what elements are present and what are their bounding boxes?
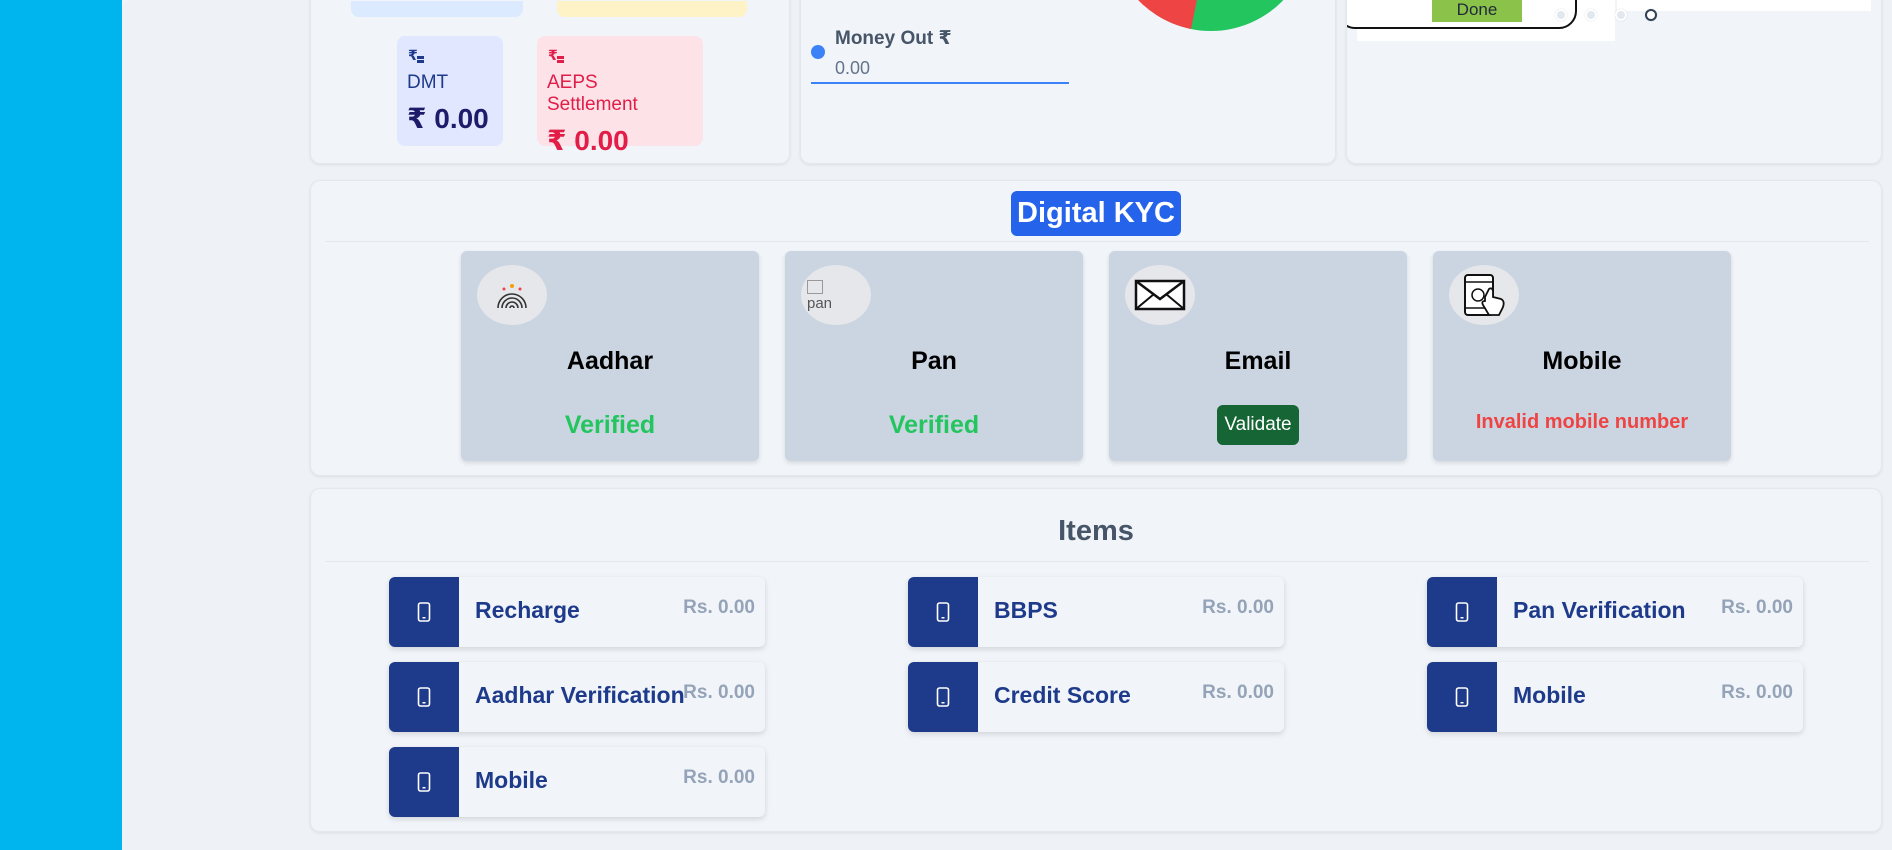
carousel-dot-active[interactable] [1645, 9, 1657, 21]
kyc-tile-pan[interactable]: pan Pan Verified [785, 251, 1083, 461]
sidebar [0, 0, 122, 850]
kyc-tile-mobile[interactable]: Mobile Invalid mobile number [1433, 251, 1731, 461]
wallet-tile-partial [351, 1, 523, 17]
item-price: Rs. 0.00 [1721, 597, 1793, 618]
item-bbps[interactable]: BBPS Rs. 0.00 [908, 577, 1284, 647]
item-price: Rs. 0.00 [683, 682, 755, 703]
dmt-wallet-tile[interactable]: ₹ DMT ₹ 0.00 [397, 36, 503, 146]
mobile-icon [908, 662, 978, 732]
rupee-coins-icon: ₹ [547, 46, 693, 68]
item-label: BBPS [994, 597, 1058, 623]
item-price: Rs. 0.00 [1202, 597, 1274, 618]
svg-text:₹: ₹ [548, 48, 558, 64]
kyc-name: Email [1224, 347, 1292, 375]
pan-image-broken: pan [801, 265, 871, 325]
envelope-icon [1125, 265, 1195, 325]
money-card: Money Out ₹ [800, 0, 1336, 164]
items-section: Items Recharge Rs. 0.00 BBPS Rs. 0.00 Pa… [310, 488, 1882, 832]
mobile-icon [908, 577, 978, 647]
item-label: Recharge [475, 597, 580, 623]
kyc-name: Mobile [1542, 347, 1622, 375]
aeps-amount: ₹ 0.00 [547, 125, 629, 156]
carousel-dot[interactable] [1555, 9, 1567, 21]
mobile-icon [389, 747, 459, 817]
item-recharge[interactable]: Recharge Rs. 0.00 [389, 577, 765, 647]
item-label: Credit Score [994, 682, 1131, 708]
done-button[interactable]: Done [1432, 0, 1522, 22]
item-label: Mobile [1513, 682, 1586, 708]
kyc-status-invalid: Invalid mobile number [1475, 411, 1689, 433]
item-price: Rs. 0.00 [683, 597, 755, 618]
item-label: Pan Verification [1513, 597, 1686, 623]
mobile-icon [1427, 577, 1497, 647]
mobile-icon [1427, 662, 1497, 732]
pan-image-alt: pan [807, 294, 833, 312]
carousel-dots [1555, 9, 1657, 21]
item-price: Rs. 0.00 [1202, 682, 1274, 703]
pie-slice-in [1138, 0, 1284, 31]
validate-email-button[interactable]: Validate [1217, 405, 1299, 445]
rupee-coins-icon: ₹ [407, 46, 493, 68]
items-title: Items [1058, 515, 1134, 547]
aeps-settlement-tile[interactable]: ₹ AEPS Settlement ₹ 0.00 [537, 36, 703, 156]
mobile-icon [389, 577, 459, 647]
slider-card: Done [1346, 0, 1882, 164]
carousel-dot[interactable] [1615, 9, 1627, 21]
dmt-label: DMT [407, 72, 449, 93]
fingerprint-icon [477, 265, 547, 325]
kyc-name: Aadhar [566, 347, 654, 375]
kyc-name: Pan [911, 347, 957, 375]
money-pie-chart [1138, 0, 1284, 31]
item-label: Mobile [475, 767, 548, 793]
digital-kyc-section: Digital KYC Aadhar Verified pan Pan Veri… [310, 180, 1882, 476]
divider [325, 561, 1869, 562]
divider [325, 241, 1869, 242]
item-label: Aadhar Verification [475, 682, 685, 708]
svg-text:₹: ₹ [408, 48, 418, 64]
kyc-status-verified: Verified [564, 411, 656, 439]
item-mobile[interactable]: Mobile Rs. 0.00 [1427, 662, 1803, 732]
wallet-tile-partial [557, 1, 747, 17]
wallet-card: ₹ DMT ₹ 0.00 ₹ AEPS Settlement ₹ 0.00 [310, 0, 790, 164]
kyc-title: Digital KYC [1011, 191, 1181, 236]
mobile-touch-icon [1449, 265, 1519, 325]
item-pan-verification[interactable]: Pan Verification Rs. 0.00 [1427, 577, 1803, 647]
aeps-label: AEPS Settlement [547, 72, 638, 115]
item-price: Rs. 0.00 [1721, 682, 1793, 703]
kyc-tile-email[interactable]: Email Validate [1109, 251, 1407, 461]
item-aadhar-verification[interactable]: Aadhar Verification Rs. 0.00 [389, 662, 765, 732]
item-price: Rs. 0.00 [683, 767, 755, 788]
item-credit-score[interactable]: Credit Score Rs. 0.00 [908, 662, 1284, 732]
kyc-tile-aadhar[interactable]: Aadhar Verified [461, 251, 759, 461]
dmt-amount: ₹ 0.00 [407, 103, 489, 134]
kyc-status-verified: Verified [888, 411, 980, 439]
mobile-icon [389, 662, 459, 732]
carousel-dot[interactable] [1585, 9, 1597, 21]
item-mobile[interactable]: Mobile Rs. 0.00 [389, 747, 765, 817]
money-out-label: Money Out ₹ [835, 28, 952, 49]
money-out-input[interactable] [811, 54, 1069, 84]
